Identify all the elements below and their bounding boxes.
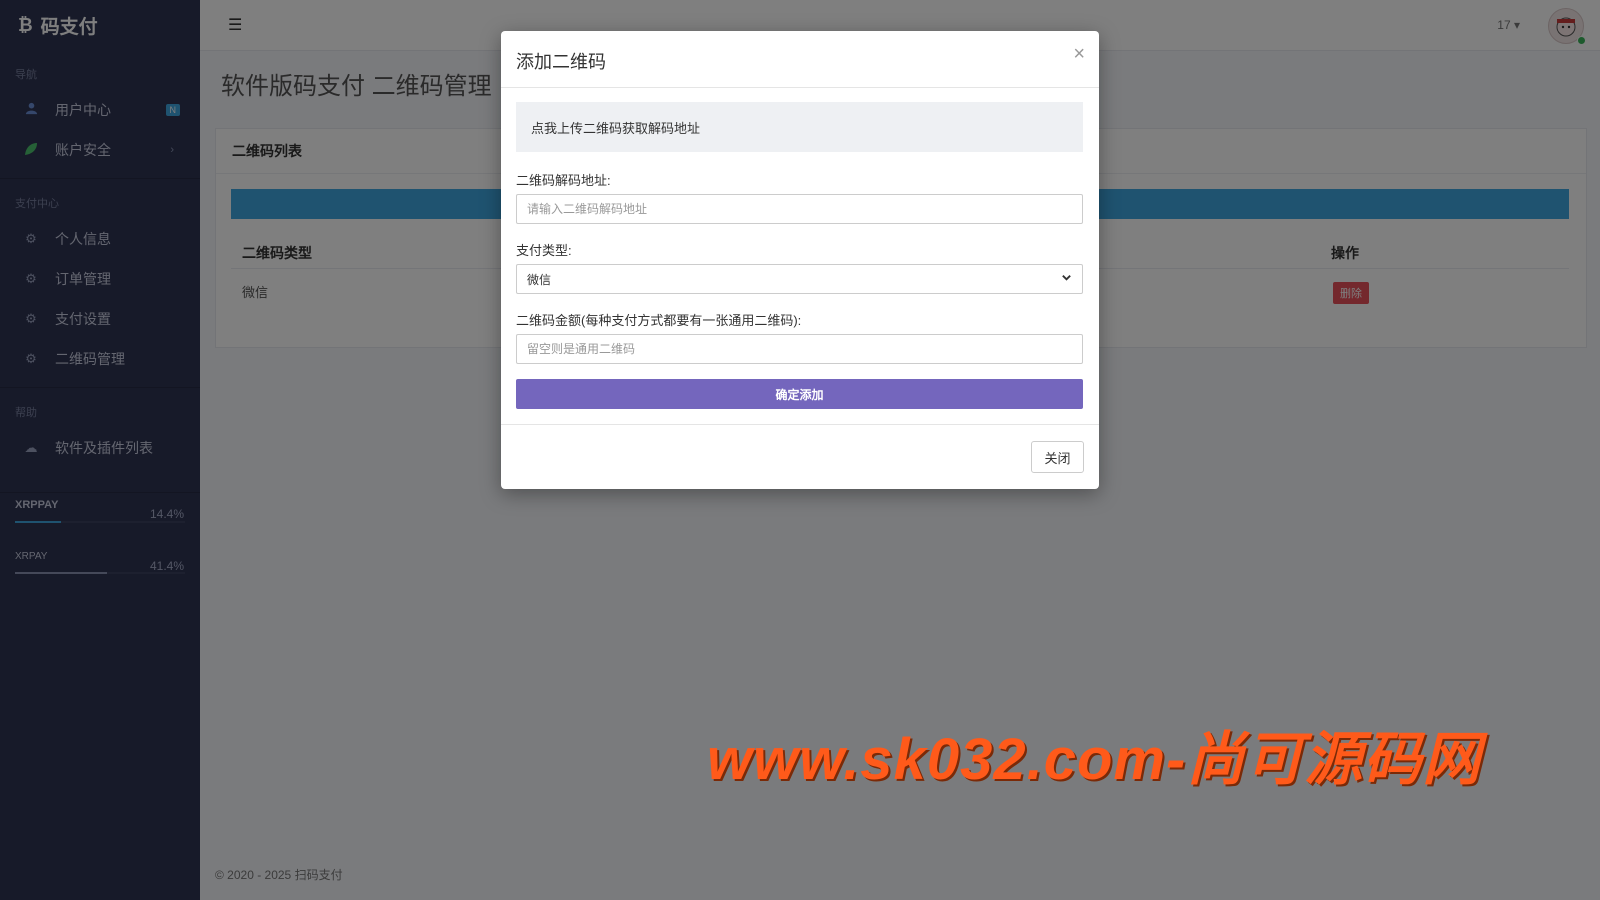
close-button[interactable]: 关闭 (1031, 441, 1084, 473)
close-icon[interactable]: × (1073, 43, 1085, 66)
pay-type-select[interactable]: 微信 (516, 264, 1083, 294)
modal-header: 添加二维码 × (501, 31, 1099, 88)
modal-footer: 关闭 (501, 424, 1099, 490)
amount-input[interactable] (516, 334, 1083, 364)
decode-url-label: 二维码解码地址: (516, 173, 611, 188)
watermark: www.sk032.com-尚可源码网 (707, 727, 1482, 792)
pay-type-selected-value: 微信 (527, 272, 552, 287)
modal-title: 添加二维码 (516, 52, 606, 72)
upload-qrcode-button[interactable]: 点我上传二维码获取解码地址 (516, 102, 1083, 152)
pay-type-label: 支付类型: (516, 243, 572, 258)
add-qrcode-modal: 添加二维码 × 点我上传二维码获取解码地址 二维码解码地址: 支付类型: 微信 … (501, 31, 1099, 489)
amount-label: 二维码金额(每种支付方式都要有一张通用二维码): (516, 313, 802, 328)
decode-url-input[interactable] (516, 194, 1083, 224)
chevron-down-icon (1061, 272, 1072, 286)
confirm-add-button[interactable]: 确定添加 (516, 379, 1083, 409)
